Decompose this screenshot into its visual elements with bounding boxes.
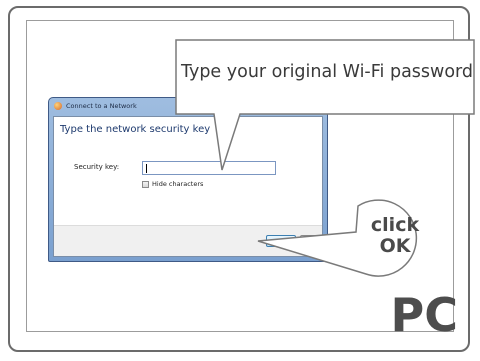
platform-label: PC [390, 288, 458, 342]
click-text-line1: click [370, 214, 420, 236]
instruction-callout-bubble [175, 39, 475, 171]
click-text-line2: OK [379, 235, 411, 257]
instruction-text: Type your original Wi-Fi password [181, 62, 474, 82]
click-ok-text: click OK [356, 215, 434, 257]
